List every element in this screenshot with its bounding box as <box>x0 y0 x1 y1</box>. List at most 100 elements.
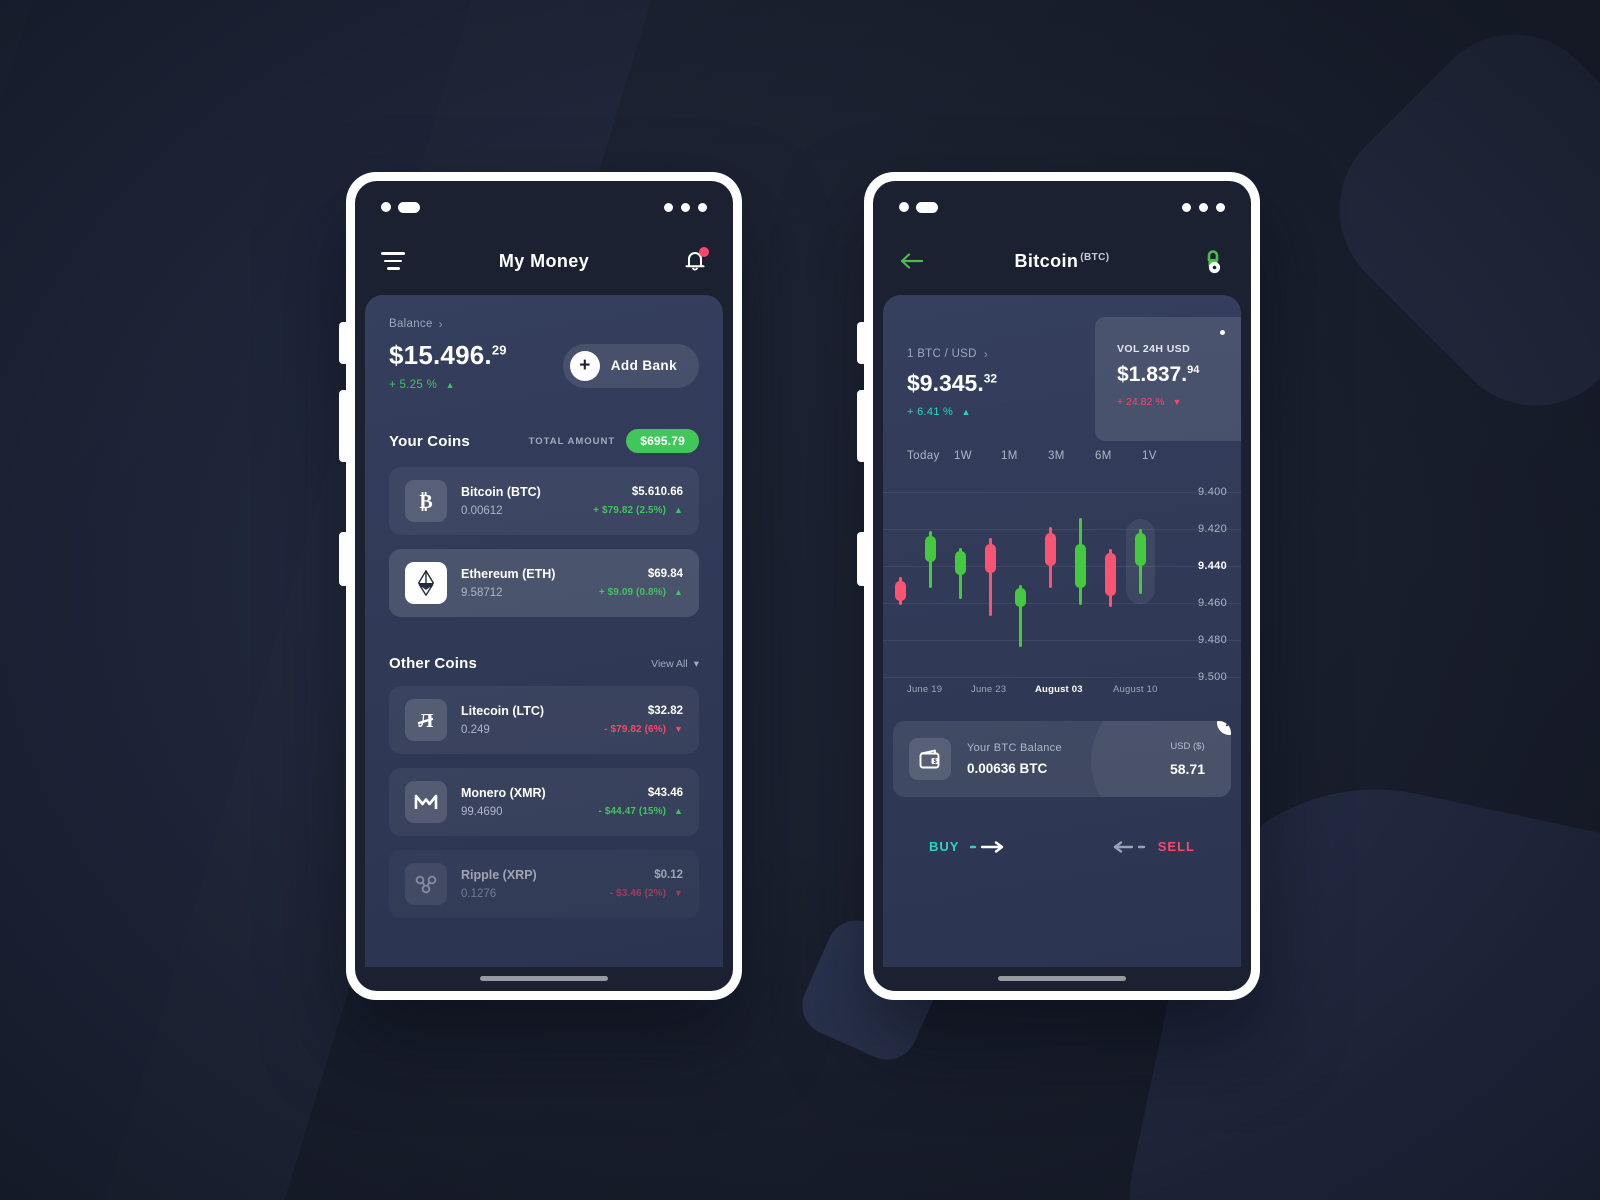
home-indicator[interactable] <box>480 976 608 981</box>
phone-left: My Money Balance › $15.496.29 + 5.25 % ▲… <box>339 172 742 1000</box>
phone-right: Bitcoin (BTC) 1 BTC / USD › $9.345.32 + … <box>857 172 1260 1000</box>
total-amount-badge: $695.79 <box>626 429 699 453</box>
phone-right-side-button-3[interactable] <box>857 532 865 586</box>
page-title-ticker: (BTC) <box>1080 251 1110 263</box>
coin-values: $0.12 - $3.46 (2%) ▼ <box>610 869 683 899</box>
status-bar-left <box>381 201 420 213</box>
volume-delta-value: + 24.82 % <box>1117 396 1165 408</box>
usd-value: 58.71 <box>1169 761 1205 777</box>
coin-row-monero[interactable]: Monero (XMR) 99.4690 $43.46 - $44.47 (15… <box>389 768 699 836</box>
your-coins-total: TOTAL AMOUNT $695.79 <box>529 429 699 453</box>
status-dot-icon <box>664 202 673 212</box>
notifications-button[interactable] <box>683 247 709 274</box>
coin-info: Ethereum (ETH) 9.58712 <box>461 567 585 599</box>
wallet-icon: $ <box>909 738 951 780</box>
status-dot-icon <box>899 202 909 212</box>
monero-icon <box>405 781 447 823</box>
phone-right-side-button-1[interactable] <box>857 322 865 364</box>
coin-change-value: - $3.46 (2%) <box>609 888 667 899</box>
coin-values: $5.610.66 + $79.82 (2.5%) ▲ <box>593 486 683 516</box>
coin-row-ethereum[interactable]: Ethereum (ETH) 9.58712 $69.84 + $9.09 (0… <box>389 549 699 617</box>
candle-body <box>955 551 966 576</box>
your-coins-header: Your Coins TOTAL AMOUNT $695.79 <box>389 429 699 453</box>
status-dot-icon <box>381 202 391 212</box>
tab-3m[interactable]: 3M <box>1048 450 1095 462</box>
tab-1w[interactable]: 1W <box>954 450 1001 462</box>
x-axis-tick: August 10 <box>1113 684 1158 695</box>
other-coins-header: Other Coins View All ▾ <box>389 655 699 672</box>
plus-icon: + <box>569 350 600 381</box>
coin-name: Monero (XMR) <box>461 786 546 800</box>
back-arrow-icon[interactable] <box>899 251 925 271</box>
lock-icon[interactable] <box>1201 248 1225 275</box>
coin-change: - $44.47 (15%) ▲ <box>599 806 683 817</box>
btc-balance-card[interactable]: ✕ $ Your BTC Balance 0.00636 BTC USD ($)… <box>893 721 1231 797</box>
usd-value-block: USD ($) 58.71 <box>1170 741 1215 777</box>
y-axis-tick: 9.460 <box>1197 597 1227 609</box>
tab-1m[interactable]: 1M <box>1001 450 1048 462</box>
tab-1v[interactable]: 1V <box>1142 450 1189 462</box>
tab-today[interactable]: Today <box>907 450 954 462</box>
price-main: 1 BTC / USD › $9.345.32 + 6.41 % ▲ <box>907 317 997 418</box>
btc-balance-value: 0.00636 BTC <box>967 761 1048 776</box>
balance-row: $15.496.29 + 5.25 % ▲ + Add Bank <box>389 340 699 391</box>
ethereum-icon <box>405 562 447 604</box>
volume-dot-icon <box>1220 330 1225 335</box>
sell-button[interactable]: SELL <box>1111 839 1195 854</box>
balance-label-row[interactable]: Balance › <box>389 317 699 331</box>
your-coins-title: Your Coins <box>389 432 470 450</box>
coin-quantity: 99.4690 <box>461 806 503 818</box>
triangle-down-icon: ▼ <box>1172 397 1182 407</box>
add-bank-button[interactable]: + Add Bank <box>562 343 699 388</box>
coin-row-bitcoin[interactable]: ₿ Bitcoin (BTC) 0.00612 $5.610.66 + $79.… <box>389 467 699 535</box>
buy-button[interactable]: BUY <box>929 839 1006 854</box>
x-axis: June 19 June 23 August 03 August 10 <box>883 684 1241 695</box>
candle-body <box>1075 543 1086 589</box>
phone-left-side-button-2[interactable] <box>339 390 347 462</box>
coin-values: $32.82 - $79.82 (6%) ▼ <box>604 705 683 735</box>
volume-value-cents: 94 <box>1187 364 1200 376</box>
status-bar-left <box>899 201 938 213</box>
coin-change-value: - $44.47 (15%) <box>598 806 667 817</box>
total-amount-label: TOTAL AMOUNT <box>528 435 616 447</box>
phone-left-side-button-3[interactable] <box>339 532 347 586</box>
coin-quantity: 9.58712 <box>461 587 503 599</box>
status-dot-icon <box>698 202 707 212</box>
coin-row-ripple[interactable]: Ripple (XRP) 0.1276 $0.12 - $3.46 (2%) ▼ <box>389 850 699 918</box>
view-all-button[interactable]: View All ▾ <box>651 658 699 670</box>
chevron-right-icon: › <box>983 347 989 361</box>
tab-6m[interactable]: 6M <box>1095 450 1142 462</box>
btc-balance-info: Your BTC Balance 0.00636 BTC <box>967 742 1170 776</box>
status-bar-right <box>664 202 707 212</box>
triangle-up-icon: ▲ <box>445 380 455 390</box>
home-indicator[interactable] <box>998 976 1126 981</box>
timeframe-tabs: Today 1W 1M 3M 6M 1V <box>883 450 1241 462</box>
coin-name: Ethereum (ETH) <box>461 567 556 581</box>
candlestick-chart[interactable]: 9.400 9.420 9.440 9.460 9.480 9.500 <box>883 476 1241 683</box>
coin-change: - $79.82 (6%) ▼ <box>604 724 683 735</box>
candle-body <box>895 580 906 602</box>
candle-body <box>1105 553 1116 596</box>
coin-row-litecoin[interactable]: Л Litecoin (LTC) 0.249 $32.82 - $79.82 (… <box>389 686 699 754</box>
other-coins-title: Other Coins <box>389 655 478 672</box>
coin-change: + $79.82 (2.5%) ▲ <box>593 505 683 516</box>
coin-values: $69.84 + $9.09 (0.8%) ▲ <box>599 568 683 598</box>
close-icon[interactable]: ✕ <box>1217 721 1231 735</box>
volume-card[interactable]: VOL 24H USD $1.837.94 + 24.82 % ▼ <box>1095 317 1241 441</box>
status-dot-icon <box>1199 202 1208 212</box>
phone-right-side-button-2[interactable] <box>857 390 865 462</box>
app-header: My Money <box>355 233 733 289</box>
y-axis-tick: 9.480 <box>1197 634 1227 646</box>
status-bar <box>873 181 1251 233</box>
x-axis-tick-active: August 03 <box>1035 684 1083 695</box>
candle-body <box>925 536 936 563</box>
price-delta-value: + 6.41 % <box>907 406 954 418</box>
candle-body <box>1045 532 1056 566</box>
coin-change: + $9.09 (0.8%) ▲ <box>599 587 683 598</box>
phone-left-side-button-1[interactable] <box>339 322 347 364</box>
hamburger-icon[interactable] <box>381 252 405 270</box>
balance-amount-main: $15.496. <box>389 340 492 370</box>
coin-values: $43.46 - $44.47 (15%) ▲ <box>599 787 683 817</box>
volume-label: VOL 24H USD <box>1117 343 1191 355</box>
pair-selector[interactable]: 1 BTC / USD › <box>907 347 997 361</box>
